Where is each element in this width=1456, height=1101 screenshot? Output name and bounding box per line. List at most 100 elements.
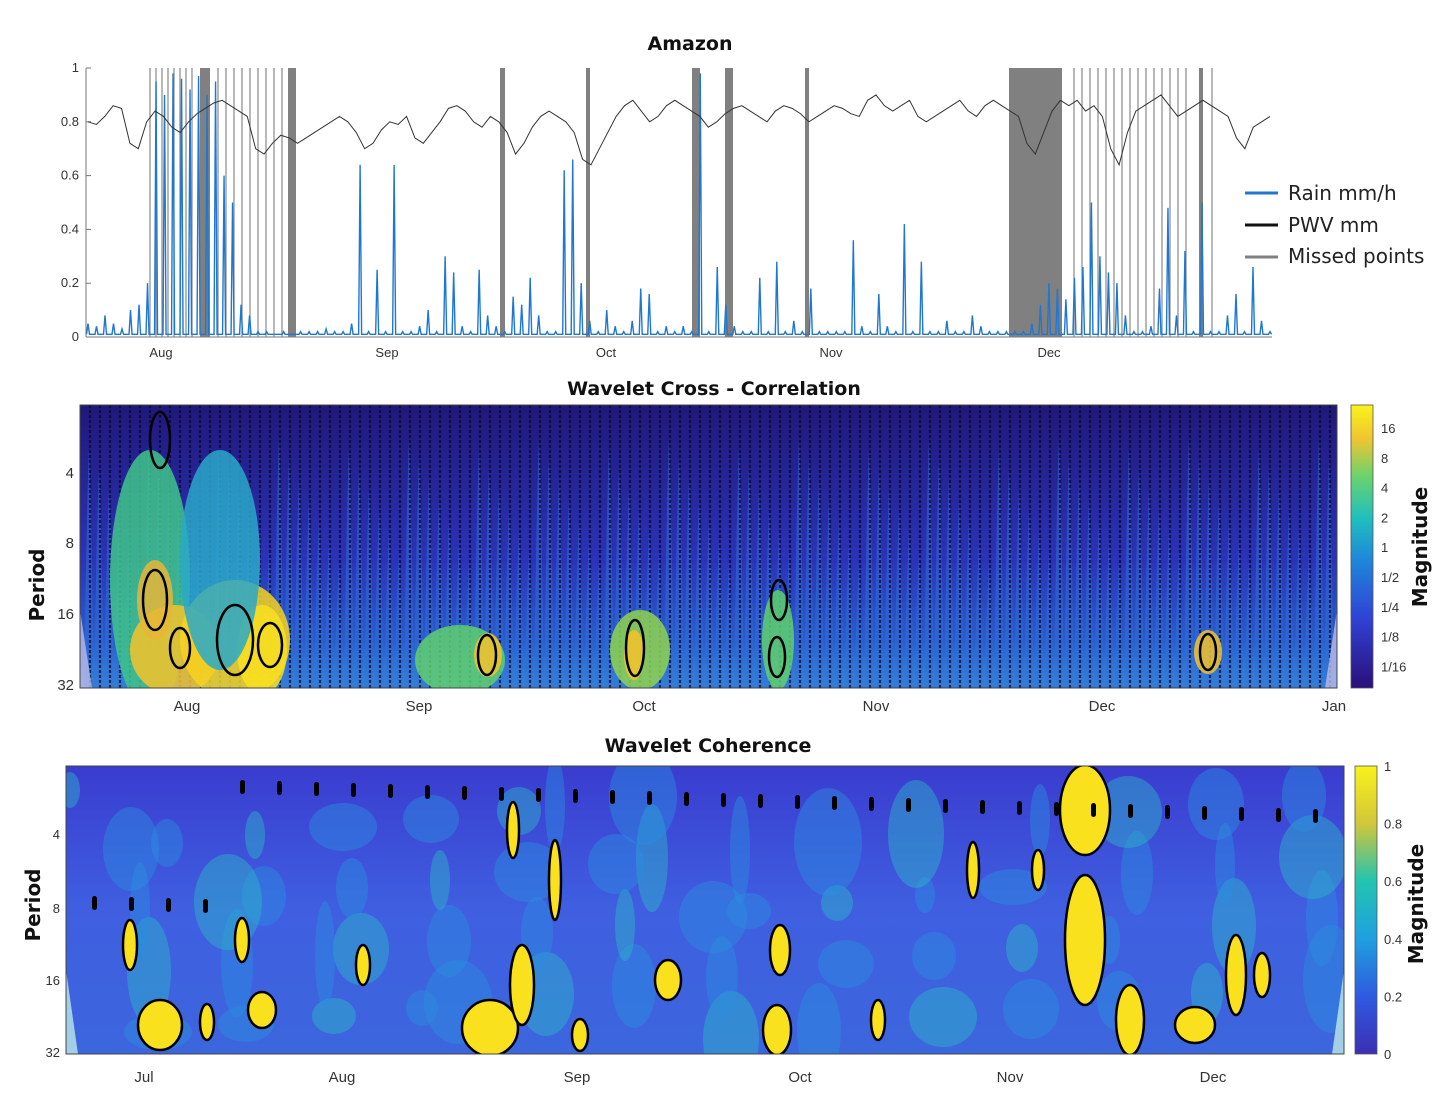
coherence-texture — [103, 807, 159, 891]
missed-band — [288, 68, 296, 337]
x-tick-label: Aug — [329, 1069, 356, 1086]
coherence-texture — [403, 795, 459, 843]
significant-coherence-region — [768, 923, 792, 977]
coherence-texture — [588, 834, 644, 894]
y-tick-label: 4 — [53, 827, 60, 842]
coherence-texture — [615, 889, 635, 961]
colorbar-tick-label: 0.8 — [1384, 817, 1402, 832]
phase-arrow-cluster — [1276, 808, 1281, 822]
coherence-texture — [679, 881, 747, 953]
coherence-texture — [1003, 979, 1059, 1039]
x-tick-label: Nov — [819, 345, 843, 360]
colorbar-tick-label: 8 — [1381, 451, 1388, 466]
significant-coherence-region — [653, 958, 683, 1002]
colorbar-1 — [1350, 404, 1374, 689]
phase-arrow-cluster — [906, 798, 911, 812]
significant-coherence-region — [570, 1017, 590, 1053]
pwv-series-line — [87, 94, 1271, 167]
coherence-texture — [66, 772, 80, 808]
y-tick-label: 16 — [46, 973, 60, 988]
phase-arrow-cluster — [758, 794, 763, 808]
legend-label-rain: Rain mm/h — [1288, 181, 1397, 205]
rain-series-line — [85, 73, 1273, 336]
coherence-texture — [797, 983, 841, 1054]
colorbar1-label: Magnitude — [1408, 487, 1432, 608]
missed-band — [500, 68, 505, 337]
x-tick-label: Aug — [174, 698, 201, 715]
phase-arrow-cluster — [869, 797, 874, 811]
phase-arrow-cluster — [388, 784, 393, 798]
x-tick-label: Dec — [1089, 698, 1116, 715]
phase-arrow-cluster — [1128, 804, 1133, 818]
coherence-texture — [1188, 768, 1244, 840]
significant-coherence-region — [965, 840, 981, 900]
phase-arrow-cluster — [573, 789, 578, 803]
colorbar-tick-label: 1/16 — [1381, 659, 1406, 674]
significant-coherence-region — [233, 916, 251, 964]
panel1-title: Amazon — [648, 33, 733, 55]
coherence-texture — [888, 780, 944, 888]
significant-coherence-region — [1030, 848, 1046, 892]
colorbar-tick-label: 2 — [1381, 510, 1388, 525]
phase-arrow-cluster — [92, 896, 97, 910]
phase-arrow-cluster — [1054, 802, 1059, 816]
y-tick-label: 0.4 — [61, 221, 79, 236]
phase-arrow-cluster — [129, 897, 134, 911]
high-magnitude-region — [762, 590, 794, 688]
panel1-x-ticks: Aug Sep Oct Nov Dec — [149, 345, 1061, 360]
phase-arrow-cluster — [499, 787, 504, 801]
significant-coherence-region — [246, 990, 278, 1030]
y-tick-label: 32 — [57, 677, 74, 694]
colorbar-tick-label: 1/4 — [1381, 600, 1399, 615]
coherence-texture — [912, 932, 956, 980]
coherence-texture — [406, 990, 438, 1026]
panel3-x-ticks: Jul Aug Sep Oct Nov Dec — [134, 1069, 1226, 1086]
y-tick-label: 4 — [66, 465, 74, 482]
x-tick-label: Jul — [134, 1069, 153, 1086]
y-tick-label: 8 — [66, 535, 74, 552]
x-tick-label: Jan — [1322, 698, 1346, 715]
panel2-y-ticks: 4 8 16 32 — [57, 465, 74, 694]
figure: Amazon 0 0.2 0.4 0.6 0.8 1 Aug Sep Oct Nov Dec Ra… — [21, 33, 1432, 1086]
phase-arrow-cluster — [166, 898, 171, 912]
y-tick-label: 0 — [72, 329, 79, 344]
significant-coherence-region — [508, 943, 536, 1027]
x-tick-label: Aug — [149, 345, 172, 360]
panel2-x-ticks: Aug Sep Oct Nov Dec Jan — [174, 698, 1346, 715]
colorbar-tick-label: 0.6 — [1384, 874, 1402, 889]
x-tick-label: Nov — [997, 1069, 1024, 1086]
phase-arrow-cluster — [1313, 809, 1318, 823]
phase-arrow-cluster — [314, 782, 319, 796]
coherence-texture — [545, 766, 565, 853]
coherence-panel: Wavelet Coherence Period 4 8 16 32 Jul Aug Se… — [21, 735, 1428, 1086]
panel3-y-ticks: 4 8 16 32 — [46, 827, 60, 1060]
panel3-title: Wavelet Coherence — [605, 735, 812, 757]
significant-coherence-region — [121, 918, 139, 972]
coherence-texture — [794, 788, 862, 896]
phase-arrow-cluster — [721, 793, 726, 807]
colorbar2-label: Magnitude — [1404, 844, 1428, 965]
phase-arrow-cluster — [980, 800, 985, 814]
significant-coherence-region — [869, 998, 887, 1042]
coherence-texture — [609, 766, 677, 845]
phase-arrow-cluster — [240, 780, 245, 794]
x-tick-label: Dec — [1200, 1069, 1227, 1086]
colorbar-tick-label: 1/8 — [1381, 630, 1399, 645]
phase-arrow-cluster — [795, 795, 800, 809]
panel3-ylabel: Period — [21, 869, 45, 942]
phase-arrow-cluster — [277, 781, 282, 795]
y-tick-label: 1 — [72, 60, 79, 75]
missed-band — [725, 68, 733, 337]
coherence-texture — [1006, 924, 1038, 972]
phase-arrow-cluster — [1239, 807, 1244, 821]
coherence-texture — [818, 940, 874, 988]
phase-arrow-cluster — [684, 792, 689, 806]
significant-coherence-region — [198, 1002, 216, 1042]
coherence-texture — [312, 998, 356, 1034]
colorbar-tick-label: 1 — [1381, 540, 1388, 555]
colorbar-tick-label: 0.4 — [1384, 932, 1402, 947]
cross-correlation-panel: Wavelet Cross - Correlation Period 4 8 16 3… — [25, 378, 1432, 715]
coherence-texture — [909, 987, 977, 1047]
significant-coherence-region — [505, 800, 521, 860]
coherence-texture — [430, 850, 450, 910]
